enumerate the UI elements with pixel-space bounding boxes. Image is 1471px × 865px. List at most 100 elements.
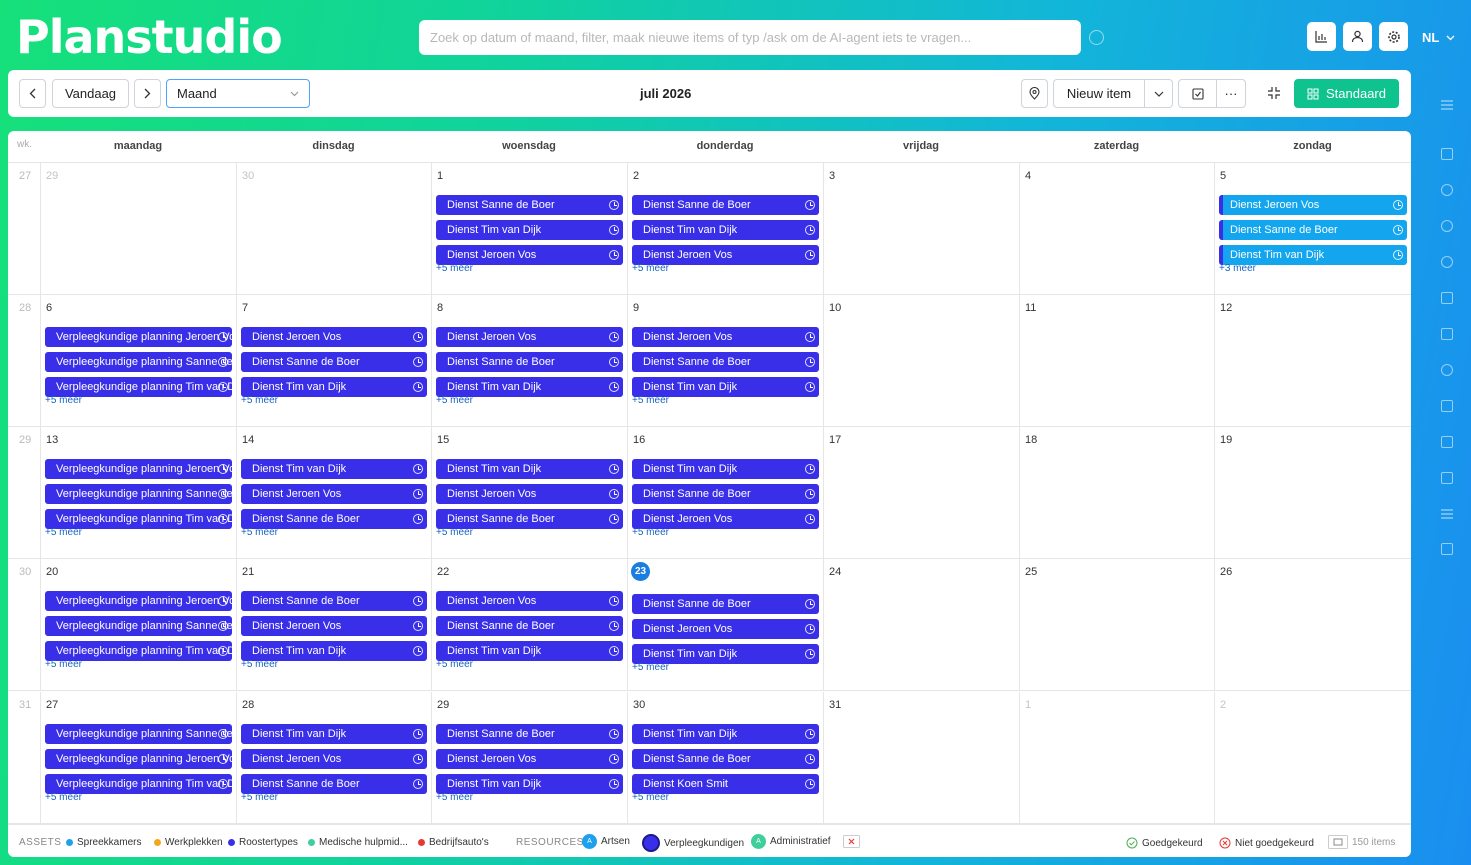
calendar-event[interactable]: Dienst Jeroen Vos [436,591,623,611]
new-item-dropdown[interactable] [1144,79,1173,108]
location-button[interactable] [1021,79,1048,108]
day-cell[interactable]: 13 Verpleegkundige planning Jeroen Vos Ver… [40,427,236,558]
day-cell[interactable]: 2 [1214,692,1411,823]
more-events-link[interactable]: +5 meer [436,792,473,803]
calendar-event[interactable]: Dienst Tim van Dijk [241,641,427,661]
clear-filter-button[interactable] [843,835,860,848]
more-events-link[interactable]: +5 meer [45,395,82,406]
more-events-link[interactable]: +5 meer [241,395,278,406]
search-input[interactable] [419,20,1081,55]
calendar-event[interactable]: Verpleegkundige planning Tim van Dijk [45,774,232,794]
calendar-event[interactable]: Verpleegkundige planning Jeroen Vos [45,459,232,479]
day-number[interactable]: 28 [242,699,254,711]
calendar-event[interactable]: Dienst Tim van Dijk [436,459,623,479]
day-cell[interactable]: 22 Dienst Jeroen Vos Dienst Sanne de Boer D… [431,559,627,690]
new-item-button[interactable]: Nieuw item [1053,79,1145,108]
day-number[interactable]: 29 [437,699,449,711]
day-number[interactable]: 11 [1025,302,1036,314]
asset-filter[interactable]: Werkplekken [154,837,223,848]
search-icon[interactable] [1441,256,1453,268]
day-cell[interactable]: 4 [1019,163,1214,294]
calendar-event[interactable]: Dienst Tim van Dijk [632,644,819,664]
day-number[interactable]: 30 [242,170,254,182]
day-number[interactable]: 10 [829,302,841,314]
today-date[interactable]: 23 [631,562,650,581]
day-number[interactable]: 4 [1025,170,1031,182]
profile-button[interactable] [1343,22,1372,51]
calendar-event[interactable]: Dienst Sanne de Boer [241,509,427,529]
more-events-link[interactable]: +5 meer [632,527,669,538]
calendar-event[interactable]: Dienst Sanne de Boer [241,774,427,794]
person-icon[interactable] [1441,364,1453,376]
menu-icon[interactable] [1441,99,1453,111]
more-events-link[interactable]: +5 meer [45,659,82,670]
collapse-button[interactable] [1267,86,1281,105]
export-icon[interactable] [1441,543,1453,555]
day-cell[interactable]: 6 Verpleegkundige planning Jeroen Vos Verp… [40,295,236,426]
day-cell[interactable]: 8 Dienst Jeroen Vos Dienst Sanne de Boer Di… [431,295,627,426]
day-number[interactable]: 6 [46,302,52,314]
day-number[interactable]: 5 [1220,170,1226,182]
more-events-link[interactable]: +5 meer [632,263,669,274]
day-cell[interactable]: 23 Dienst Sanne de Boer Dienst Jeroen Vos D… [627,559,823,690]
day-cell[interactable]: 16 Dienst Tim van Dijk Dienst Sanne de Boe… [627,427,823,558]
asset-filter[interactable]: Bedrijfsauto's [418,837,489,848]
more-events-link[interactable]: +5 meer [45,792,82,803]
day-number[interactable]: 2 [633,170,639,182]
more-events-link[interactable]: +5 meer [632,662,669,673]
task-button[interactable] [1178,79,1217,108]
language-selector[interactable]: NL [1422,30,1455,45]
calendar-event[interactable]: Dienst Jeroen Vos [632,245,819,265]
day-number[interactable]: 13 [46,434,58,446]
more-events-link[interactable]: +5 meer [241,527,278,538]
standard-view-button[interactable]: Standaard [1294,79,1399,108]
day-cell[interactable]: 20 Verpleegkundige planning Jeroen Vos Ver… [40,559,236,690]
prev-button[interactable] [19,79,46,108]
calendar-event[interactable]: Dienst Sanne de Boer [436,352,623,372]
day-cell[interactable]: 14 Dienst Tim van Dijk Dienst Jeroen Vos Di… [236,427,431,558]
calendar-event[interactable]: Verpleegkundige planning Jeroen Vos [45,591,232,611]
day-number[interactable]: 19 [1220,434,1232,446]
calendar-event[interactable]: Dienst Jeroen Vos [1219,195,1407,215]
day-cell[interactable]: 21 Dienst Sanne de Boer Dienst Jeroen Vos D… [236,559,431,690]
day-number[interactable]: 1 [1025,699,1031,711]
calendar-event[interactable]: Dienst Sanne de Boer [1219,220,1407,240]
calendar-event[interactable]: Dienst Tim van Dijk [632,220,819,240]
more-events-link[interactable]: +5 meer [632,395,669,406]
eye-icon[interactable] [1441,184,1453,196]
more-events-link[interactable]: +5 meer [241,659,278,670]
calendar-event[interactable]: Dienst Koen Smit [632,774,819,794]
calendar-event[interactable]: Dienst Tim van Dijk [241,724,427,744]
calendar-event[interactable]: Dienst Tim van Dijk [632,724,819,744]
calendar-event[interactable]: Dienst Sanne de Boer [436,616,623,636]
day-cell[interactable]: 29 [40,163,236,294]
check-circle-icon[interactable] [1441,220,1453,232]
day-number[interactable]: 26 [1220,566,1232,578]
day-cell[interactable]: 18 [1019,427,1214,558]
calendar-event[interactable]: Dienst Sanne de Boer [241,591,427,611]
day-number[interactable]: 16 [633,434,645,446]
calendar-event[interactable]: Dienst Jeroen Vos [632,509,819,529]
list-icon[interactable] [1441,508,1453,520]
next-button[interactable] [134,79,161,108]
asset-filter[interactable]: Roostertypes [228,837,298,848]
day-number[interactable]: 15 [437,434,449,446]
calendar-event[interactable]: Dienst Sanne de Boer [632,195,819,215]
calendar-event[interactable]: Dienst Tim van Dijk [436,377,623,397]
day-cell[interactable]: 25 [1019,559,1214,690]
calendar-event[interactable]: Dienst Tim van Dijk [436,774,623,794]
day-number[interactable]: 30 [633,699,645,711]
calendar-event[interactable]: Dienst Jeroen Vos [436,484,623,504]
day-cell[interactable]: 3 [823,163,1019,294]
calendar-event[interactable]: Verpleegkundige planning Sanne de Boer [45,616,232,636]
document-icon[interactable] [1441,148,1453,160]
filter-icon[interactable] [1441,436,1453,448]
day-cell[interactable]: 7 Dienst Jeroen Vos Dienst Sanne de Boer Di… [236,295,431,426]
calendar-event[interactable]: Dienst Jeroen Vos [436,245,623,265]
day-number[interactable]: 7 [242,302,248,314]
day-cell[interactable]: 5 Dienst Jeroen Vos Dienst Sanne de Boer Di… [1214,163,1411,294]
help-icon[interactable] [1089,30,1104,45]
day-cell[interactable]: 31 [823,692,1019,823]
calendar-event[interactable]: Dienst Sanne de Boer [436,195,623,215]
more-events-link[interactable]: +5 meer [45,527,82,538]
